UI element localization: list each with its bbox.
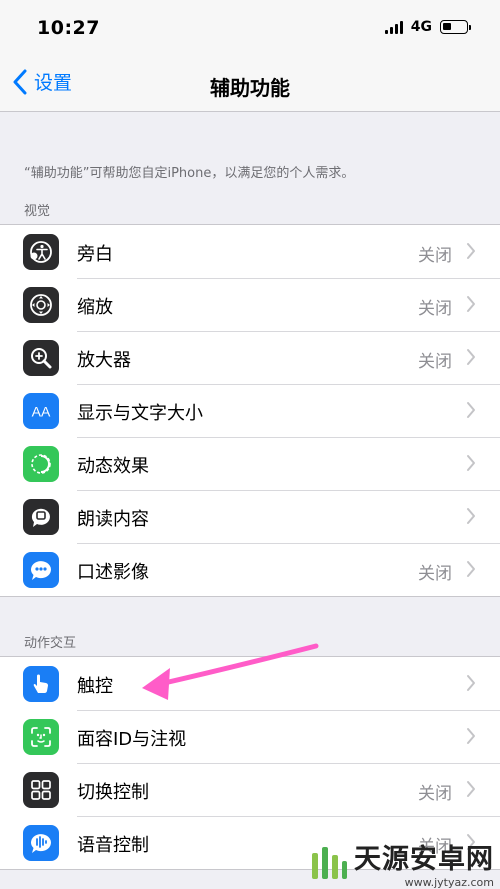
audio-description-icon [23, 552, 59, 588]
setting-label: 面容ID与注视 [77, 729, 187, 750]
chevron-right-icon [467, 781, 475, 797]
setting-row-audio-description[interactable]: 口述影像 关闭 [0, 543, 500, 596]
chevron-right-icon [467, 243, 475, 259]
voice-control-icon [23, 825, 59, 861]
chevron-right-icon [467, 296, 475, 312]
text-size-icon: AA [23, 393, 59, 429]
zoom-icon [23, 287, 59, 323]
setting-label: 朗读内容 [77, 509, 149, 530]
chevron-right-icon [467, 561, 475, 577]
setting-label: 语音控制 [77, 835, 149, 856]
setting-value: 关闭 [418, 246, 452, 266]
section-header-vision: 视觉 [24, 204, 51, 219]
setting-row-face-id[interactable]: 面容ID与注视 [0, 710, 500, 763]
touch-icon-glyph [33, 674, 48, 693]
touch-icon [23, 666, 59, 702]
settings-group-vision: 旁白 关闭 缩放 关闭 放大器 关闭 AA 显示与文字大小 动态效果 朗读内容 口述影像 关闭 [0, 224, 500, 597]
status-time: 10:27 [37, 17, 100, 39]
page-title: 辅助功能 [210, 76, 290, 100]
setting-label: 放大器 [77, 350, 131, 371]
setting-row-text-size[interactable]: AA 显示与文字大小 [0, 384, 500, 437]
watermark-title: 天源安卓网 [354, 844, 494, 875]
audio-description-icon-glyph [30, 561, 51, 580]
status-indicators: 4G [384, 19, 471, 35]
battery-level [443, 23, 451, 30]
chevron-right-icon [467, 349, 475, 365]
watermark-url: www.jytyaz.com [404, 876, 494, 889]
switch-control-icon [23, 772, 59, 808]
chevron-right-icon [467, 675, 475, 691]
setting-label: 动态效果 [77, 456, 149, 477]
setting-row-motion[interactable]: 动态效果 [0, 437, 500, 490]
spoken-content-icon [23, 499, 59, 535]
magnifier-icon-glyph [31, 348, 52, 369]
section-header-interaction: 动作交互 [24, 636, 77, 651]
status-bar: 10:27 4G [0, 0, 500, 56]
network-type: 4G [410, 19, 432, 35]
setting-value: 关闭 [418, 352, 452, 372]
chevron-right-icon [467, 508, 475, 524]
motion-icon [23, 446, 59, 482]
setting-row-spoken-content[interactable]: 朗读内容 [0, 490, 500, 543]
signal-icon [384, 20, 403, 34]
setting-label: 缩放 [77, 297, 113, 318]
motion-icon-glyph [31, 454, 51, 474]
chevron-right-icon [467, 402, 475, 418]
setting-label: 触控 [77, 676, 113, 697]
chevron-right-icon [467, 728, 475, 744]
setting-row-switch-control[interactable]: 切换控制 关闭 [0, 763, 500, 816]
setting-row-zoom[interactable]: 缩放 关闭 [0, 278, 500, 331]
watermark: 天源安卓网 www.jytyaz.com [306, 837, 494, 889]
setting-label: 切换控制 [77, 782, 149, 803]
setting-label: 旁白 [77, 244, 113, 265]
setting-label: 口述影像 [77, 562, 149, 583]
spoken-content-icon-glyph [31, 508, 50, 527]
setting-label: 显示与文字大小 [77, 403, 203, 424]
setting-value: 关闭 [418, 299, 452, 319]
face-id-icon [23, 719, 59, 755]
face-id-icon-glyph [31, 727, 51, 747]
setting-row-magnifier[interactable]: 放大器 关闭 [0, 331, 500, 384]
voice-control-icon-glyph [30, 834, 51, 853]
setting-row-touch[interactable]: 触控 [0, 657, 500, 710]
chevron-right-icon [467, 455, 475, 471]
switch-control-icon-glyph [31, 780, 51, 800]
voiceover-icon-glyph [30, 241, 52, 263]
text-size-icon-glyph: AA [32, 404, 51, 420]
navigation-bar: 设置 辅助功能 [0, 56, 500, 112]
page-description: “辅助功能”可帮助您自定iPhone，以满足您的个人需求。 [24, 166, 355, 181]
svg-text:AA: AA [32, 404, 51, 420]
setting-value: 关闭 [418, 564, 452, 584]
zoom-icon-glyph [30, 294, 52, 316]
magnifier-icon [23, 340, 59, 376]
setting-value: 关闭 [418, 784, 452, 804]
setting-row-voiceover[interactable]: 旁白 关闭 [0, 225, 500, 278]
voiceover-icon [23, 234, 59, 270]
battery-icon [440, 20, 471, 34]
watermark-logo-icon [312, 847, 347, 879]
